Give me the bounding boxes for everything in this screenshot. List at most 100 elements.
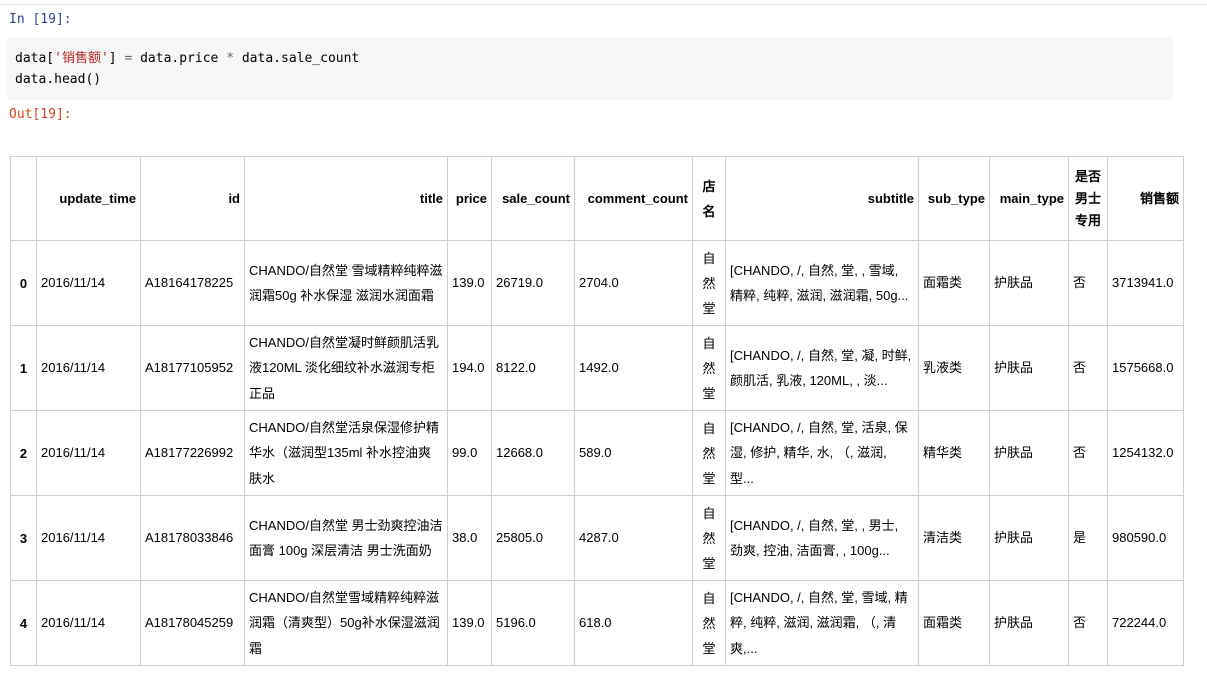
- code-string-token: '销售额': [54, 51, 109, 66]
- cell-sub-type: 面霜类: [918, 580, 990, 666]
- column-header-store-name: 店名: [692, 156, 726, 241]
- cell-sale-count: 5196.0: [491, 580, 575, 666]
- cell-update-time: 2016/11/14: [36, 240, 141, 326]
- cell-update-time: 2016/11/14: [36, 325, 141, 411]
- dataframe-table: update_time id title price sale_count co…: [10, 156, 1184, 666]
- cell-store-name-text: 自然堂: [702, 420, 716, 486]
- cell-sub-type: 乳液类: [918, 325, 990, 411]
- cell-comment-count: 589.0: [574, 410, 693, 496]
- column-header-sub-type: sub_type: [918, 156, 990, 241]
- cell-store-name: 自然堂: [692, 240, 726, 326]
- cell-is-male: 否: [1068, 410, 1108, 496]
- column-header-price: price: [447, 156, 492, 241]
- cell-title: CHANDO/自然堂活泉保湿修护精华水（滋润型135ml 补水控油爽肤水: [244, 410, 448, 496]
- cell-price: 38.0: [447, 495, 492, 581]
- table-row: 3 2016/11/14 A18178033846 CHANDO/自然堂 男士劲…: [10, 495, 1184, 581]
- cell-main-type: 护肤品: [989, 580, 1069, 666]
- cell-store-name: 自然堂: [692, 325, 726, 411]
- cell-sale-count: 12668.0: [491, 410, 575, 496]
- row-index: 0: [10, 240, 37, 326]
- cell-title: CHANDO/自然堂 雪域精粹纯粹滋润霜50g 补水保湿 滋润水润面霜: [244, 240, 448, 326]
- table-header-row: update_time id title price sale_count co…: [10, 156, 1184, 241]
- cell-revenue: 1254132.0: [1107, 410, 1184, 496]
- cell-store-name: 自然堂: [692, 580, 726, 666]
- cell-subtitle: [CHANDO, /, 自然, 堂, 凝, 时鲜, 颜肌活, 乳液, 120ML…: [725, 325, 919, 411]
- code-token: data.price: [132, 51, 227, 66]
- cell-subtitle: [CHANDO, /, 自然, 堂, 雪域, 精粹, 纯粹, 滋润, 滋润霜, …: [725, 580, 919, 666]
- table-row: 4 2016/11/14 A18178045259 CHANDO/自然堂雪域精粹…: [10, 580, 1184, 666]
- cell-is-male: 是: [1068, 495, 1108, 581]
- cell-store-name-text: 自然堂: [702, 335, 716, 401]
- cell-revenue: 3713941.0: [1107, 240, 1184, 326]
- cell-store-name-text: 自然堂: [702, 505, 716, 571]
- input-prompt: In [19]:: [9, 12, 72, 27]
- column-header-subtitle: subtitle: [725, 156, 919, 241]
- code-editor[interactable]: data['销售额'] = data.price * data.sale_cou…: [15, 48, 359, 90]
- cell-subtitle: [CHANDO, /, 自然, 堂, , 雪域, 精粹, 纯粹, 滋润, 滋润霜…: [725, 240, 919, 326]
- cell-main-type: 护肤品: [989, 325, 1069, 411]
- cell-sale-count: 25805.0: [491, 495, 575, 581]
- cell-update-time: 2016/11/14: [36, 410, 141, 496]
- cell-comment-count: 4287.0: [574, 495, 693, 581]
- cell-store-name-text: 自然堂: [702, 250, 716, 316]
- cell-id: A18177105952: [140, 325, 245, 411]
- column-header-title: title: [244, 156, 448, 241]
- cell-is-male: 否: [1068, 580, 1108, 666]
- cell-revenue: 980590.0: [1107, 495, 1184, 581]
- cell-id: A18178033846: [140, 495, 245, 581]
- cell-sub-type: 清洁类: [918, 495, 990, 581]
- column-header-revenue: 销售额: [1107, 156, 1184, 241]
- cell-price: 194.0: [447, 325, 492, 411]
- cell-is-male: 否: [1068, 240, 1108, 326]
- cell-subtitle: [CHANDO, /, 自然, 堂, 活泉, 保湿, 修护, 精华, 水, （,…: [725, 410, 919, 496]
- code-input-area[interactable]: data['销售额'] = data.price * data.sale_cou…: [7, 37, 1173, 100]
- cell-revenue: 1575668.0: [1107, 325, 1184, 411]
- cell-top-border: [0, 4, 1207, 5]
- row-index: 1: [10, 325, 37, 411]
- cell-price: 99.0: [447, 410, 492, 496]
- cell-price: 139.0: [447, 580, 492, 666]
- cell-store-name: 自然堂: [692, 410, 726, 496]
- cell-sale-count: 8122.0: [491, 325, 575, 411]
- cell-store-name: 自然堂: [692, 495, 726, 581]
- cell-sale-count: 26719.0: [491, 240, 575, 326]
- cell-comment-count: 2704.0: [574, 240, 693, 326]
- cell-subtitle-text: [CHANDO, /, 自然, 堂, , 男士, 劲爽, 控油, 洁面膏, , …: [730, 517, 899, 558]
- column-header-store-name-text: 店名: [702, 178, 716, 219]
- column-header-is-male-text: 是否男士专用: [1074, 168, 1101, 228]
- cell-store-name-text: 自然堂: [702, 590, 716, 656]
- code-operator-token: *: [226, 51, 235, 66]
- cell-comment-count: 1492.0: [574, 325, 693, 411]
- cell-price: 139.0: [447, 240, 492, 326]
- cell-revenue: 722244.0: [1107, 580, 1184, 666]
- cell-update-time: 2016/11/14: [36, 580, 141, 666]
- cell-title: CHANDO/自然堂雪域精粹纯粹滋润霜（清爽型）50g补水保湿滋润霜: [244, 580, 448, 666]
- column-header-id: id: [140, 156, 245, 241]
- cell-main-type: 护肤品: [989, 495, 1069, 581]
- cell-id: A18177226992: [140, 410, 245, 496]
- index-header: [10, 156, 37, 241]
- table-row: 0 2016/11/14 A18164178225 CHANDO/自然堂 雪域精…: [10, 240, 1184, 326]
- cell-subtitle: [CHANDO, /, 自然, 堂, , 男士, 劲爽, 控油, 洁面膏, , …: [725, 495, 919, 581]
- cell-title: CHANDO/自然堂凝时鲜颜肌活乳液120ML 淡化细纹补水滋润专柜正品: [244, 325, 448, 411]
- code-token: data.sale_count: [234, 51, 360, 66]
- row-index: 2: [10, 410, 37, 496]
- cell-id: A18164178225: [140, 240, 245, 326]
- column-header-main-type: main_type: [989, 156, 1069, 241]
- cell-sub-type: 精华类: [918, 410, 990, 496]
- row-index: 4: [10, 580, 37, 666]
- table-row: 2 2016/11/14 A18177226992 CHANDO/自然堂活泉保湿…: [10, 410, 1184, 496]
- row-index: 3: [10, 495, 37, 581]
- table-row: 1 2016/11/14 A18177105952 CHANDO/自然堂凝时鲜颜…: [10, 325, 1184, 411]
- code-token: ]: [108, 51, 125, 66]
- code-token: data[: [15, 51, 55, 66]
- output-prompt: Out[19]:: [9, 107, 72, 122]
- cell-sub-type: 面霜类: [918, 240, 990, 326]
- cell-id: A18178045259: [140, 580, 245, 666]
- cell-update-time: 2016/11/14: [36, 495, 141, 581]
- column-header-comment-count: comment_count: [574, 156, 693, 241]
- cell-is-male: 否: [1068, 325, 1108, 411]
- column-header-update-time: update_time: [36, 156, 141, 241]
- code-line-2: data.head(): [15, 72, 102, 87]
- cell-title: CHANDO/自然堂 男士劲爽控油洁面膏 100g 深层清洁 男士洗面奶: [244, 495, 448, 581]
